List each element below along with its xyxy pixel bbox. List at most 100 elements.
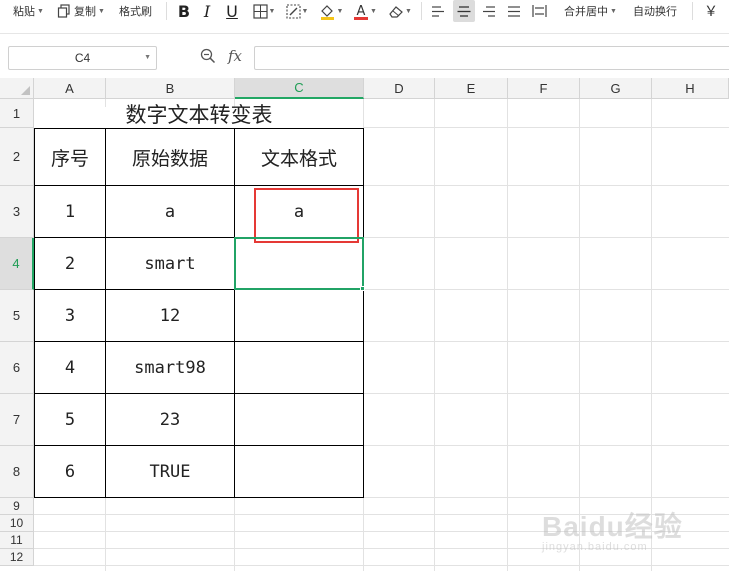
- header-cell-text[interactable]: 文本格式: [235, 129, 363, 185]
- table-cell[interactable]: smart: [106, 238, 234, 289]
- column-header-c[interactable]: C: [235, 78, 364, 99]
- header-cell-seq[interactable]: 序号: [35, 129, 105, 185]
- gridline: [34, 565, 729, 566]
- watermark-url: jingyan.baidu.com: [542, 541, 648, 553]
- distributed-align-icon: [531, 4, 547, 18]
- gridline: [364, 445, 729, 446]
- border-button[interactable]: ▼: [251, 0, 277, 22]
- column-header-d[interactable]: D: [364, 78, 435, 99]
- table-cell[interactable]: a: [106, 186, 234, 237]
- table-cell[interactable]: 3: [35, 290, 105, 341]
- italic-icon: I: [203, 1, 211, 21]
- wrap-text-button[interactable]: 自动换行: [633, 0, 677, 22]
- table-cell[interactable]: 1: [35, 186, 105, 237]
- paste-label: 粘贴: [13, 6, 35, 18]
- toolbar-divider: [166, 2, 167, 20]
- table-cell[interactable]: smart98: [106, 342, 234, 393]
- watermark-brand: Baidu经验: [542, 511, 683, 542]
- italic-button[interactable]: I: [200, 0, 214, 22]
- function-icon[interactable]: fx: [228, 47, 242, 65]
- header-cell-raw[interactable]: 原始数据: [106, 129, 234, 185]
- table-cell[interactable]: [235, 342, 363, 393]
- row-header-6[interactable]: 6: [0, 342, 34, 394]
- chevron-down-icon: ▼: [301, 7, 309, 15]
- currency-format-button[interactable]: ￥: [704, 0, 718, 22]
- row-header-3[interactable]: 3: [0, 186, 34, 238]
- row-header-4[interactable]: 4: [0, 238, 34, 290]
- highlight-annotation-box: [254, 188, 359, 243]
- row-header-5[interactable]: 5: [0, 290, 34, 342]
- align-right-button[interactable]: [480, 0, 498, 22]
- table-cell[interactable]: 6: [35, 446, 105, 497]
- column-header-h[interactable]: H: [652, 78, 729, 99]
- justify-button[interactable]: [505, 0, 523, 22]
- bold-button[interactable]: B: [176, 0, 192, 22]
- currency-icon: ￥: [704, 3, 718, 19]
- cell-style-button[interactable]: ▼: [284, 0, 310, 22]
- fill-color-button[interactable]: ▼: [317, 0, 345, 22]
- zoom-icon[interactable]: [200, 48, 216, 69]
- paste-button[interactable]: 粘贴 ▼: [13, 0, 44, 22]
- fill-handle[interactable]: [360, 286, 365, 291]
- row-header-1[interactable]: 1: [0, 99, 34, 128]
- format-painter-button[interactable]: 格式刷: [119, 0, 152, 22]
- select-all-corner[interactable]: [0, 78, 34, 99]
- align-right-icon: [482, 5, 496, 18]
- chevron-down-icon: ▼: [610, 7, 617, 15]
- table-cell[interactable]: [235, 394, 363, 445]
- table-cell[interactable]: 4: [35, 342, 105, 393]
- distributed-align-button[interactable]: [529, 0, 549, 22]
- table-border: [363, 128, 364, 498]
- gridline: [234, 498, 235, 571]
- active-cell-selection[interactable]: [234, 237, 364, 290]
- table-cell[interactable]: [235, 290, 363, 341]
- gridline: [507, 99, 508, 571]
- chevron-down-icon: ▼: [405, 7, 412, 15]
- gridline: [364, 185, 729, 186]
- copy-label: 复制: [74, 6, 96, 18]
- column-header-g[interactable]: G: [580, 78, 652, 99]
- copy-icon: [57, 4, 71, 18]
- underline-button[interactable]: U: [224, 0, 240, 22]
- column-header-f[interactable]: F: [508, 78, 580, 99]
- toolbar-divider: [692, 2, 693, 20]
- column-header-e[interactable]: E: [435, 78, 508, 99]
- column-header-a[interactable]: A: [34, 78, 106, 99]
- row-header-10[interactable]: 10: [0, 515, 34, 532]
- font-color-button[interactable]: A ▼: [352, 0, 378, 22]
- table-cell[interactable]: 12: [106, 290, 234, 341]
- merge-center-button[interactable]: 合并居中 ▼: [564, 0, 617, 22]
- column-header-b[interactable]: B: [106, 78, 235, 99]
- row-header-2[interactable]: 2: [0, 128, 34, 186]
- gridline: [364, 237, 729, 238]
- table-title[interactable]: 数字文本转变表: [34, 99, 364, 128]
- underline-icon: U: [226, 1, 238, 21]
- table-cell[interactable]: 2: [35, 238, 105, 289]
- row-header-9[interactable]: 9: [0, 498, 34, 515]
- table-cell[interactable]: [235, 446, 363, 497]
- wrap-text-label: 自动换行: [633, 6, 677, 18]
- chevron-down-icon: ▼: [144, 54, 151, 61]
- table-cell[interactable]: 5: [35, 394, 105, 445]
- gridline: [434, 99, 435, 571]
- align-left-button[interactable]: [429, 0, 447, 22]
- align-center-button[interactable]: [453, 0, 475, 22]
- row-header-11[interactable]: 11: [0, 532, 34, 549]
- formula-input[interactable]: [254, 46, 729, 70]
- copy-button[interactable]: 复制 ▼: [57, 0, 105, 22]
- name-box[interactable]: C4 ▼: [8, 46, 157, 70]
- row-header-8[interactable]: 8: [0, 446, 34, 498]
- cell-style-icon: [285, 3, 301, 19]
- row-header-12[interactable]: 12: [0, 549, 34, 566]
- clear-format-button[interactable]: ▼: [386, 0, 414, 22]
- table-cell[interactable]: 23: [106, 394, 234, 445]
- bold-icon: B: [177, 1, 191, 21]
- table-cell[interactable]: TRUE: [106, 446, 234, 497]
- row-header-7[interactable]: 7: [0, 394, 34, 446]
- chevron-down-icon: ▼: [37, 7, 44, 15]
- chevron-down-icon: ▼: [370, 7, 377, 15]
- gridline: [364, 341, 729, 342]
- gridline: [364, 127, 729, 128]
- align-left-icon: [431, 5, 445, 18]
- toolbar-divider: [421, 2, 422, 20]
